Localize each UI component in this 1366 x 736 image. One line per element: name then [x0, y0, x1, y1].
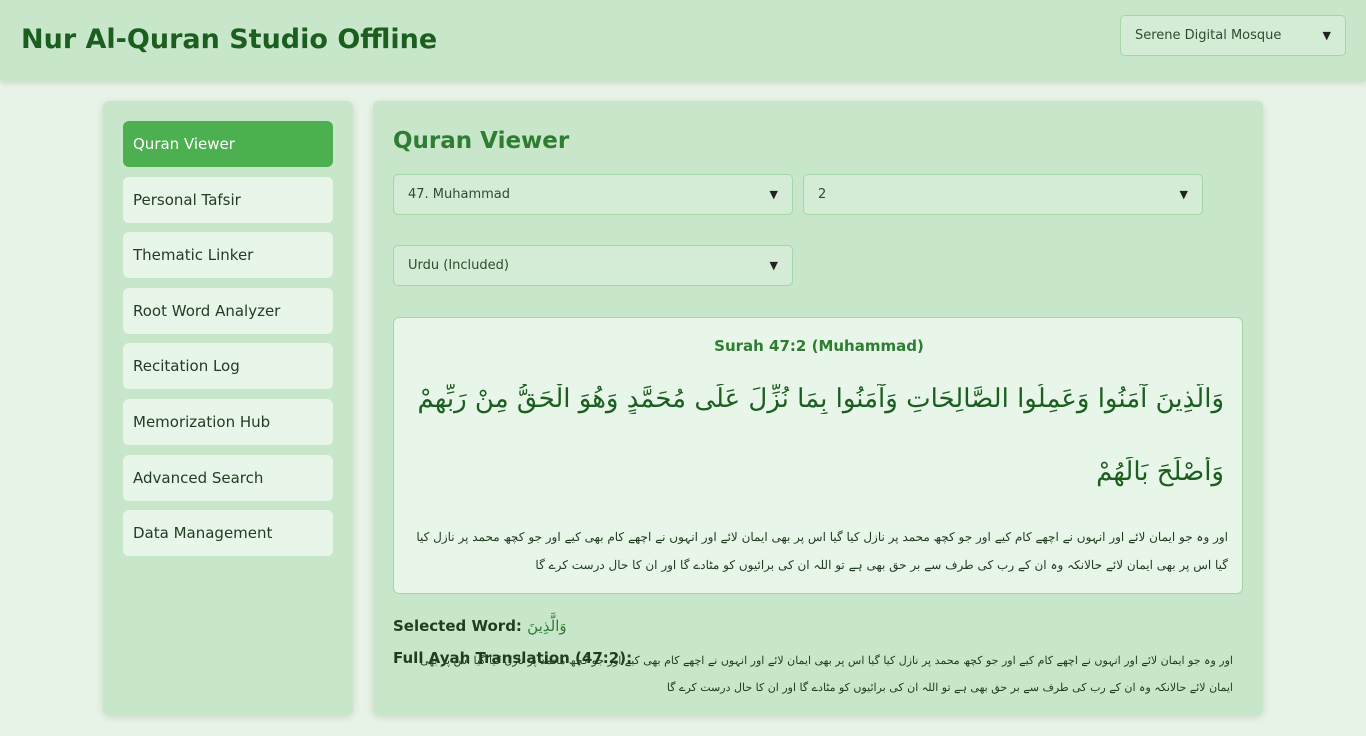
sidebar-item-label: Memorization Hub	[133, 413, 271, 431]
sidebar-item-quran-viewer[interactable]: Quran Viewer	[123, 121, 333, 167]
sidebar-item-memorization-hub[interactable]: Memorization Hub	[123, 399, 333, 445]
ayah-select[interactable]: 2 ▼	[803, 174, 1203, 215]
sidebar-item-label: Root Word Analyzer	[133, 302, 281, 320]
ayah-reference: Surah 47:2 (Muhammad)	[714, 337, 924, 355]
sidebar-item-label: Advanced Search	[133, 469, 264, 487]
surah-select[interactable]: 47. Muhammad ▼	[393, 174, 793, 215]
translation-select-value: Urdu (Included)	[408, 258, 509, 273]
sidebar-item-thematic-linker[interactable]: Thematic Linker	[123, 232, 333, 278]
sidebar-item-advanced-search[interactable]: Advanced Search	[123, 455, 333, 501]
selected-word-label: Selected Word:	[393, 617, 522, 635]
app-title: Nur Al-Quran Studio Offline	[21, 24, 438, 55]
page-title: Quran Viewer	[393, 128, 570, 154]
selected-word: Selected Word: وَالَّذِينَ	[393, 617, 567, 635]
sidebar-item-personal-tafsir[interactable]: Personal Tafsir	[123, 177, 333, 223]
ayah-select-value: 2	[818, 187, 827, 202]
sidebar-item-data-management[interactable]: Data Management	[123, 510, 333, 556]
chevron-down-icon: ▼	[769, 259, 778, 272]
chevron-down-icon: ▼	[1322, 29, 1331, 42]
ayah-translation: اور وہ جو ایمان لائے اور انہوں نے اچھے ک…	[416, 530, 1228, 572]
main-panel: Quran Viewer 47. Muhammad ▼ 2 ▼ Urdu (In…	[373, 101, 1263, 715]
sidebar-item-label: Data Management	[133, 524, 273, 542]
sidebar: Quran Viewer Personal Tafsir Thematic Li…	[103, 101, 353, 715]
full-translation-label: Full Ayah Translation (47:2):	[393, 649, 633, 667]
app-header: Nur Al-Quran Studio Offline Serene Digit…	[0, 0, 1366, 81]
theme-select-value: Serene Digital Mosque	[1135, 28, 1282, 43]
ayah-card: Surah 47:2 (Muhammad) وَالَّذِينَ آمَنُو…	[393, 317, 1243, 594]
surah-select-value: 47. Muhammad	[408, 187, 511, 202]
translation-select[interactable]: Urdu (Included) ▼	[393, 245, 793, 286]
arabic-text-line-2[interactable]: وَأَصْلَحَ بَالَهُمْ	[414, 457, 1224, 487]
sidebar-item-label: Personal Tafsir	[133, 191, 241, 209]
arabic-text-line-1[interactable]: وَالَّذِينَ آمَنُوا وَعَمِلُوا الصَّالِح…	[414, 384, 1224, 414]
selected-word-value: وَالَّذِينَ	[527, 617, 567, 635]
sidebar-item-label: Quran Viewer	[133, 135, 235, 153]
chevron-down-icon: ▼	[769, 188, 778, 201]
sidebar-item-label: Recitation Log	[133, 357, 240, 375]
sidebar-item-label: Thematic Linker	[133, 246, 254, 264]
sidebar-item-root-word-analyzer[interactable]: Root Word Analyzer	[123, 288, 333, 334]
theme-select[interactable]: Serene Digital Mosque ▼	[1120, 15, 1346, 56]
sidebar-item-recitation-log[interactable]: Recitation Log	[123, 343, 333, 389]
chevron-down-icon: ▼	[1179, 188, 1188, 201]
